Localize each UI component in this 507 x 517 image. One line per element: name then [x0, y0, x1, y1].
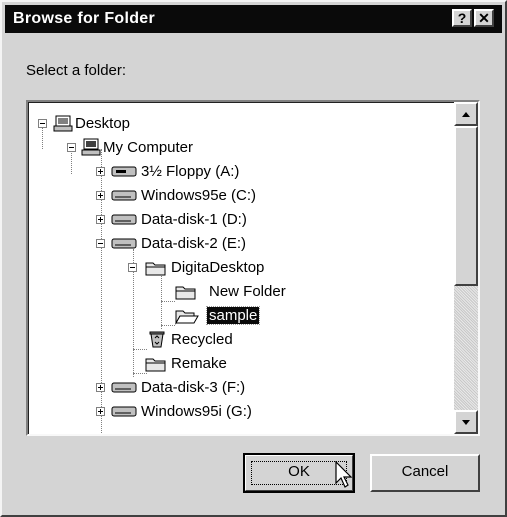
tree-item-label: sample: [205, 306, 261, 325]
vertical-scrollbar[interactable]: [454, 102, 478, 434]
tree-item-desktop[interactable]: Desktop: [29, 113, 229, 135]
floppy-drive-icon: [111, 166, 137, 177]
folder-tree-view[interactable]: Desktop My Computer 3½ Floppy (A:) Windo…: [26, 100, 480, 436]
open-folder-icon: [175, 310, 199, 325]
tree-item-label: Windows95e (C:): [141, 187, 257, 204]
tree-item-remake[interactable]: Remake: [29, 353, 329, 375]
cancel-button[interactable]: Cancel: [370, 454, 480, 492]
tree-item-drive-d[interactable]: Data-disk-1 (D:): [29, 209, 289, 231]
folder-icon: [175, 286, 196, 300]
tree-item-label: New Folder: [209, 283, 286, 300]
expand-toggle[interactable]: [96, 167, 105, 176]
tree-item-label: Data-disk-2 (E:): [141, 235, 247, 252]
scroll-up-button[interactable]: [454, 102, 478, 126]
collapse-toggle[interactable]: [96, 239, 105, 248]
collapse-toggle[interactable]: [67, 143, 76, 152]
title-bar[interactable]: Browse for Folder ? ✕: [5, 5, 502, 33]
scrollbar-thumb[interactable]: [454, 126, 478, 286]
collapse-toggle[interactable]: [38, 119, 47, 128]
recycle-bin-icon: [149, 331, 165, 348]
tree-item-label: 3½ Floppy (A:): [141, 163, 240, 180]
tree-item-label: Recycled: [171, 331, 233, 348]
tree-item-recycled[interactable]: Recycled: [29, 329, 329, 351]
focus-rect: [251, 461, 347, 485]
tree-item-drive-g[interactable]: Windows95i (G:): [29, 401, 289, 423]
tree-item-label: Data-disk-1 (D:): [141, 211, 247, 228]
tree-item-label: Data-disk-3 (F:): [141, 379, 246, 396]
expand-toggle[interactable]: [96, 383, 105, 392]
window-title: Browse for Folder: [13, 10, 156, 27]
expand-toggle[interactable]: [96, 215, 105, 224]
close-button[interactable]: ✕: [474, 9, 494, 27]
tree-content: Desktop My Computer 3½ Floppy (A:) Windo…: [28, 102, 454, 434]
tree-item-floppy-a[interactable]: 3½ Floppy (A:): [29, 161, 269, 183]
hard-drive-icon: [111, 190, 137, 201]
my-computer-icon: [81, 138, 101, 156]
folder-icon: [145, 358, 166, 372]
tree-item-my-computer[interactable]: My Computer: [29, 137, 229, 159]
arrow-up-icon: [462, 112, 470, 117]
collapse-toggle[interactable]: [128, 263, 137, 272]
arrow-down-icon: [462, 420, 470, 425]
expand-toggle[interactable]: [96, 407, 105, 416]
tree-item-new-folder[interactable]: New Folder: [29, 281, 329, 303]
scroll-down-button[interactable]: [454, 410, 478, 434]
tree-item-digitadesktop[interactable]: DigitaDesktop: [29, 257, 329, 279]
tree-item-label: Remake: [171, 355, 227, 372]
expand-toggle[interactable]: [96, 191, 105, 200]
hard-drive-icon: [111, 406, 137, 417]
select-folder-prompt: Select a folder:: [26, 62, 127, 79]
desktop-icon: [53, 115, 73, 132]
help-button[interactable]: ?: [452, 9, 472, 27]
tree-item-label: My Computer: [103, 139, 194, 156]
tree-item-label: Windows95i (G:): [141, 403, 252, 420]
cancel-button-label: Cancel: [401, 463, 449, 480]
hard-drive-icon: [111, 238, 137, 249]
tree-item-label: Desktop: [75, 115, 131, 132]
hard-drive-icon: [111, 214, 137, 225]
hard-drive-icon: [111, 382, 137, 393]
tree-item-drive-c[interactable]: Windows95e (C:): [29, 185, 289, 207]
browse-for-folder-dialog: Browse for Folder ? ✕ Select a folder: D…: [0, 0, 507, 517]
mouse-pointer-icon: [335, 461, 353, 488]
tree-item-label: DigitaDesktop: [171, 259, 265, 276]
tree-item-sample[interactable]: sample: [29, 305, 329, 327]
tree-item-drive-f[interactable]: Data-disk-3 (F:): [29, 377, 289, 399]
tree-item-drive-e[interactable]: Data-disk-2 (E:): [29, 233, 289, 255]
folder-icon: [145, 262, 166, 276]
